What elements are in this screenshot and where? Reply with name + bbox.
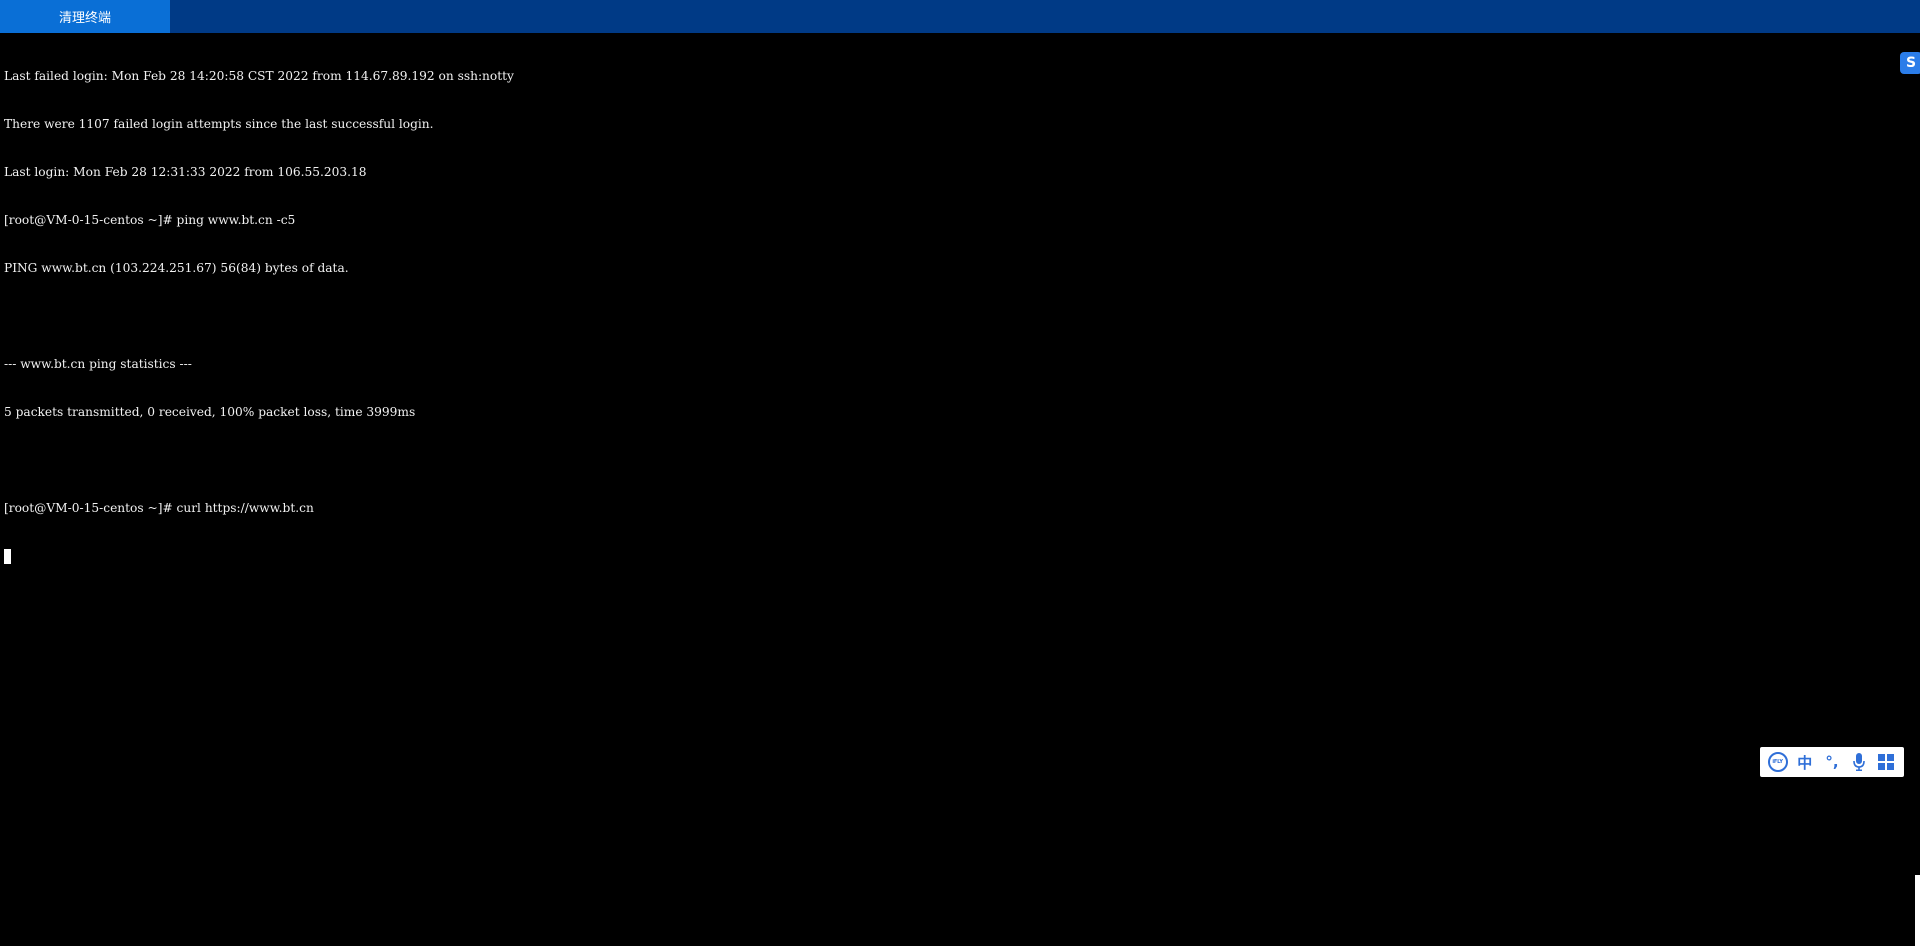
- terminal-line: There were 1107 failed login attempts si…: [4, 117, 434, 131]
- top-toolbar: 清理终端: [0, 0, 1920, 33]
- apps-grid-icon[interactable]: [1875, 751, 1897, 773]
- chinese-mode-icon[interactable]: 中: [1794, 751, 1816, 773]
- scroll-edge: [1915, 875, 1920, 946]
- terminal-line: Last failed login: Mon Feb 28 14:20:58 C…: [4, 69, 514, 83]
- terminal-line: Last login: Mon Feb 28 12:31:33 2022 fro…: [4, 165, 367, 179]
- s-logo-icon[interactable]: S: [1900, 52, 1920, 74]
- terminal-line: 5 packets transmitted, 0 received, 100% …: [4, 405, 416, 419]
- terminal-line: [root@VM-0-15-centos ~]# curl https://ww…: [4, 501, 314, 515]
- ime-toolbar: iFLY 中 °,: [1760, 747, 1904, 777]
- terminal-output[interactable]: Last failed login: Mon Feb 28 14:20:58 C…: [4, 36, 1860, 946]
- punctuation-icon[interactable]: °,: [1821, 751, 1843, 773]
- terminal-input-line[interactable]: [4, 548, 1860, 564]
- terminal-line: PING www.bt.cn (103.224.251.67) 56(84) b…: [4, 261, 349, 275]
- microphone-icon[interactable]: [1848, 751, 1870, 773]
- iflytek-logo-icon[interactable]: iFLY: [1767, 751, 1789, 773]
- terminal-line: [root@VM-0-15-centos ~]# ping www.bt.cn …: [4, 213, 296, 227]
- terminal-line: --- www.bt.cn ping statistics ---: [4, 357, 192, 371]
- clear-terminal-button[interactable]: 清理终端: [0, 0, 170, 33]
- terminal-cursor: [4, 549, 11, 564]
